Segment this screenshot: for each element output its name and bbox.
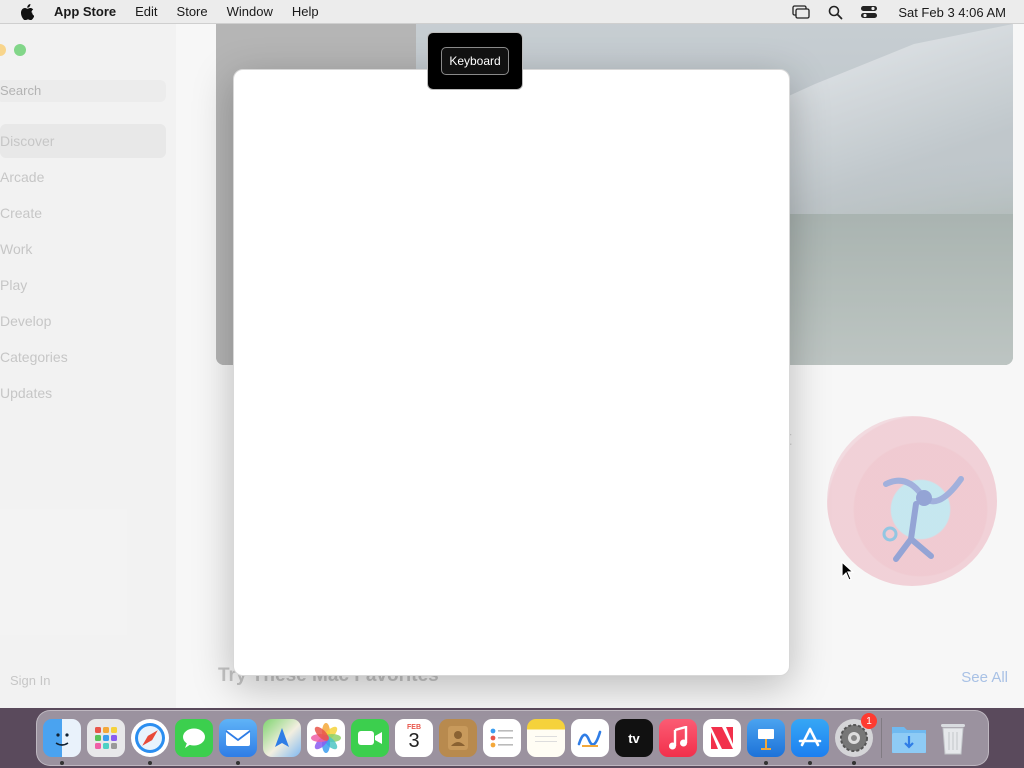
launchpad-icon[interactable] xyxy=(87,719,125,757)
sidebar-item-work[interactable]: Work xyxy=(0,232,166,266)
sidebar-item-play[interactable]: Play xyxy=(0,268,166,302)
tv-label: tv xyxy=(628,730,640,746)
app-store-icon[interactable] xyxy=(791,719,829,765)
mouse-cursor-icon xyxy=(841,561,855,581)
sidebar-nav: Discover Arcade Create Work Play Develop… xyxy=(0,124,176,412)
sign-in-link[interactable]: Sign In xyxy=(10,673,50,688)
sidebar-item-updates[interactable]: Updates xyxy=(0,376,166,410)
see-all-link[interactable]: See All xyxy=(961,669,1008,686)
search-placeholder: Search xyxy=(0,83,42,98)
dock: FEB 3 tv 1 xyxy=(36,710,989,766)
menu-edit[interactable]: Edit xyxy=(135,4,157,19)
menu-clock[interactable]: Sat Feb 3 4:06 AM xyxy=(898,5,1006,20)
safari-icon[interactable] xyxy=(131,719,169,765)
menu-window[interactable]: Window xyxy=(227,4,273,19)
control-center-icon[interactable] xyxy=(860,3,878,21)
window-controls xyxy=(0,44,26,56)
system-settings-icon[interactable]: 1 xyxy=(835,713,877,765)
menu-help[interactable]: Help xyxy=(292,4,319,19)
artwork-figure xyxy=(882,476,964,562)
apple-menu-icon[interactable] xyxy=(18,3,36,21)
spotlight-search-icon[interactable] xyxy=(826,3,844,21)
finder-icon[interactable] xyxy=(43,719,81,765)
messages-icon[interactable] xyxy=(175,719,213,757)
settings-badge: 1 xyxy=(861,713,877,729)
reminders-icon[interactable] xyxy=(483,719,521,757)
search-field[interactable]: Search xyxy=(0,80,166,102)
contacts-icon[interactable] xyxy=(439,719,477,757)
calendar-day: 3 xyxy=(408,729,420,752)
menu-bar: App Store Edit Store Window Help Sat Feb… xyxy=(0,0,1024,24)
downloads-folder-icon[interactable] xyxy=(890,719,928,757)
keynote-icon[interactable] xyxy=(747,719,785,765)
sidebar-item-create[interactable]: Create xyxy=(0,196,166,230)
minimize-button[interactable] xyxy=(0,44,6,56)
news-icon[interactable] xyxy=(703,719,741,757)
notes-icon[interactable] xyxy=(527,719,565,757)
photos-icon[interactable] xyxy=(307,719,345,757)
dock-separator xyxy=(881,718,882,758)
music-icon[interactable] xyxy=(659,719,697,757)
apple-tv-icon[interactable]: tv xyxy=(615,719,653,757)
sidebar: Search Discover Arcade Create Work Play … xyxy=(0,24,176,708)
calendar-icon[interactable]: FEB 3 xyxy=(395,719,433,757)
sidebar-item-arcade[interactable]: Arcade xyxy=(0,160,166,194)
modal-sheet[interactable] xyxy=(233,69,790,676)
sidebar-item-categories[interactable]: Categories xyxy=(0,340,166,374)
keyboard-tooltip: Keyboard xyxy=(427,32,523,90)
menu-store[interactable]: Store xyxy=(177,4,208,19)
menu-bar-status: Sat Feb 3 4:06 AM xyxy=(792,0,1024,24)
freeform-icon[interactable] xyxy=(571,719,609,757)
screen-mirroring-icon[interactable] xyxy=(792,3,810,21)
mail-icon[interactable] xyxy=(219,719,257,765)
zoom-button[interactable] xyxy=(14,44,26,56)
menu-app-name[interactable]: App Store xyxy=(54,4,116,19)
trash-icon[interactable] xyxy=(934,719,972,757)
facetime-icon[interactable] xyxy=(351,719,389,757)
maps-icon[interactable] xyxy=(263,719,301,757)
keyboard-button[interactable]: Keyboard xyxy=(441,47,509,75)
sidebar-item-discover[interactable]: Discover xyxy=(0,124,166,158)
sidebar-item-develop[interactable]: Develop xyxy=(0,304,166,338)
